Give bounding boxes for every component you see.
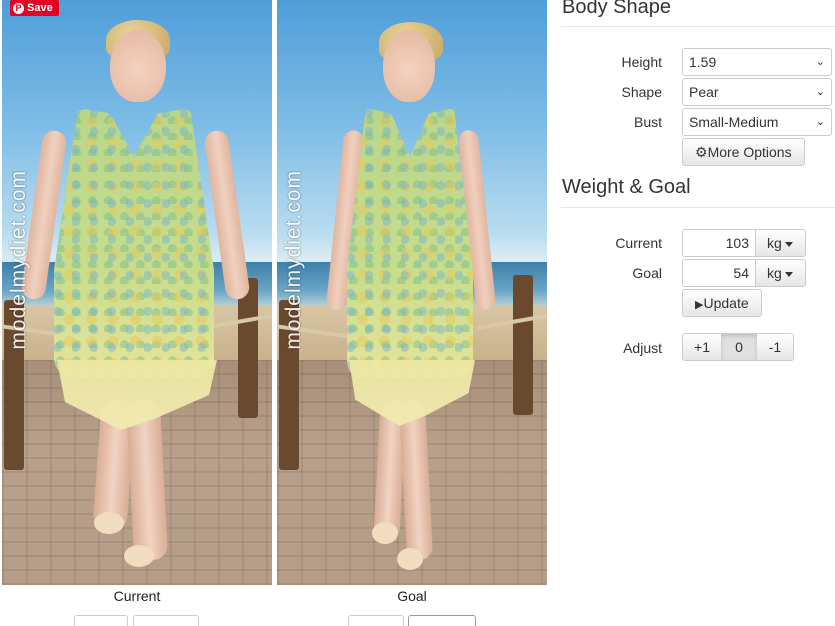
more-options-label: More Options bbox=[707, 144, 792, 160]
adjust-zero-button[interactable]: 0 bbox=[721, 333, 758, 361]
adjust-minus-one-button[interactable]: -1 bbox=[757, 333, 794, 361]
watermark-text: modelmydiet.com bbox=[7, 170, 30, 350]
pinterest-save-button[interactable]: P Save bbox=[10, 0, 59, 16]
current-unit-label: kg bbox=[767, 235, 782, 251]
update-label: Update bbox=[703, 295, 749, 311]
section-divider bbox=[561, 207, 835, 208]
adjust-plus-one-button[interactable]: +1 bbox=[682, 333, 722, 361]
bust-value: Small-Medium bbox=[689, 114, 779, 130]
current-model-image: modelmydiet.com bbox=[2, 0, 272, 585]
shape-label: Shape bbox=[621, 84, 662, 100]
current-weight-input[interactable]: 103 bbox=[682, 229, 756, 257]
chevron-down-icon: ⌄ bbox=[815, 86, 825, 98]
height-label: Height bbox=[621, 54, 662, 70]
goal-model-image: modelmydiet.com bbox=[277, 0, 547, 585]
current-avatar bbox=[2, 0, 272, 585]
goal-weight-input[interactable]: 54 bbox=[682, 259, 756, 287]
shape-value: Pear bbox=[689, 84, 719, 100]
section-divider bbox=[561, 26, 835, 27]
more-options-button[interactable]: ⚙More Options bbox=[682, 138, 805, 166]
pinterest-icon: P bbox=[13, 2, 24, 14]
adjust-label: Adjust bbox=[623, 340, 662, 356]
goal-weight-label: Goal bbox=[632, 265, 662, 281]
body-shape-title: Body Shape bbox=[562, 0, 671, 18]
goal-avatar bbox=[277, 0, 547, 585]
goal-unit-dropdown[interactable]: kg bbox=[755, 259, 806, 287]
caret-down-icon bbox=[784, 241, 793, 247]
weight-goal-title: Weight & Goal bbox=[562, 176, 691, 198]
bust-label: Bust bbox=[633, 114, 662, 130]
goal-caption: Goal bbox=[397, 588, 427, 604]
height-value: 1.59 bbox=[689, 54, 717, 70]
update-button[interactable]: ▶Update bbox=[682, 289, 762, 317]
chevron-down-icon: ⌄ bbox=[815, 56, 825, 68]
goal-unit-label: kg bbox=[767, 265, 782, 281]
current-caption: Current bbox=[113, 588, 161, 604]
gear-icon: ⚙ bbox=[695, 144, 708, 160]
bust-select[interactable]: Small-Medium ⌄ bbox=[682, 108, 832, 136]
chevron-down-icon: ⌄ bbox=[815, 116, 825, 128]
watermark-text: modelmydiet.com bbox=[282, 170, 305, 350]
current-weight-label: Current bbox=[615, 235, 662, 251]
current-unit-dropdown[interactable]: kg bbox=[755, 229, 806, 257]
save-label: Save bbox=[27, 2, 53, 14]
shape-select[interactable]: Pear ⌄ bbox=[682, 78, 832, 106]
caret-down-icon bbox=[784, 271, 793, 277]
height-select[interactable]: 1.59 ⌄ bbox=[682, 48, 832, 76]
